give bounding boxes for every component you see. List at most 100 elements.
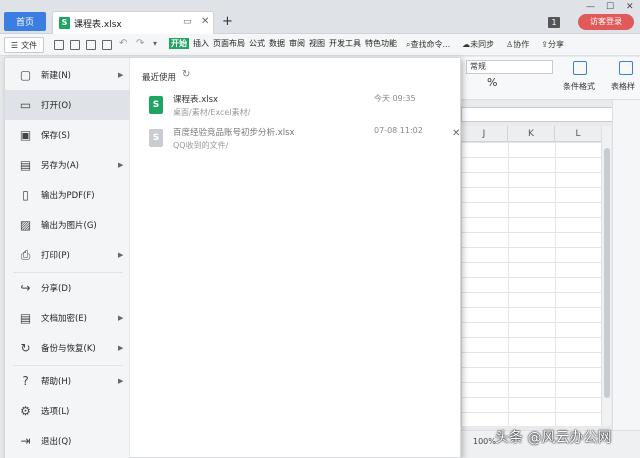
chevron-right-icon: ▶ [118,71,124,79]
recent-section-title: 最近使用 [142,73,177,83]
menu-item-save[interactable]: ▣ 保存(S) [5,120,130,150]
tab-view[interactable]: 视图 [309,38,325,49]
document-tab[interactable]: S 课程表.xlsx ▭ ✕ [52,11,214,34]
recent-file-item[interactable]: S 百度经验竞品账号初步分析.xlsx QQ收到的文件/ 07-08 11:02… [142,126,460,158]
document-tab-title: 课程表.xlsx [74,20,122,30]
toolbar-right: ⌕查找命令... ☁未同步 ♙协作 ⇪分享 [406,39,564,50]
file-menu-label: 文件 [21,40,38,50]
chevron-right-icon: ▶ [118,161,124,169]
chevron-right-icon: ▶ [118,251,124,259]
menu-item-help[interactable]: ? 帮助(H) ▶ [5,366,130,396]
spreadsheet-icon: S [59,17,70,29]
image-icon: ▨ [19,217,32,232]
tab-home[interactable]: 开始 [169,38,189,49]
menu-item-encrypt[interactable]: ▤ 文档加密(E) ▶ [5,303,130,333]
spreadsheet-file-icon: S [149,129,163,147]
tab-formulas[interactable]: 公式 [249,38,265,49]
print-icon: ⎙ [20,247,31,262]
export-icon[interactable] [70,40,80,50]
tab-data[interactable]: 数据 [269,38,285,49]
main-toolbar: ☰ 文件 ↶ ↷ ▾ 开始 插入 页面布局 公式 数据 审阅 视图 开发工具 特… [0,34,640,56]
new-doc-icon: ▢ [19,67,32,82]
conditional-format-icon[interactable] [573,61,587,75]
column-header[interactable]: J [461,126,508,142]
new-tab-button[interactable]: + [222,14,233,29]
undo-icon[interactable]: ↶ [119,38,127,49]
search-command[interactable]: ⌕查找命令... [406,39,450,50]
table-style-label[interactable]: 表格样 [611,81,635,92]
help-icon: ? [22,373,29,388]
table-style-icon[interactable] [619,61,633,75]
cloud-icon: ☁ [462,40,471,49]
save-icon: ▣ [19,127,32,142]
menu-item-share[interactable]: ↪ 分享(D) [5,273,130,303]
menu-item-open[interactable]: ▭ 打开(O) [5,90,130,120]
tab-features[interactable]: 特色功能 [365,38,397,49]
tab-insert[interactable]: 插入 [193,38,209,49]
recent-file-name: 百度经验竞品账号初步分析.xlsx [173,128,295,138]
conditional-format-label[interactable]: 条件格式 [563,81,595,92]
close-tab-icon[interactable]: ✕ [201,16,209,27]
recent-file-item[interactable]: S 课程表.xlsx 桌面/素材/Excel素材/ 今天 09:35 [142,93,460,125]
pdf-icon: ▯ [22,187,29,202]
lock-icon: ▤ [19,310,32,325]
spreadsheet-file-icon: S [149,96,163,114]
share-icon: ↪ [20,280,31,295]
formula-input[interactable] [461,107,634,122]
menu-item-export-pdf[interactable]: ▯ 输出为PDF(F) [5,180,130,210]
exit-icon: ⇥ [20,433,31,448]
print-icon[interactable] [86,40,96,50]
tab-page-layout[interactable]: 页面布局 [213,38,245,49]
maximize-icon[interactable]: ☐ [606,2,614,12]
monitor-icon[interactable]: ▭ [183,17,192,27]
file-menu-panel: ▢ 新建(N) ▶ ▭ 打开(O) ▣ 保存(S) ▤ 另存为(A) ▶ ▯ 输… [4,57,461,458]
menu-item-backup[interactable]: ↻ 备份与恢复(K) ▶ [5,333,130,363]
column-header[interactable]: K [508,126,555,142]
percent-button[interactable]: % [487,76,497,89]
scrollbar-thumb[interactable] [604,148,610,398]
remove-recent-icon[interactable]: ✕ [452,128,460,139]
redo-icon[interactable]: ↷ [136,38,144,49]
refresh-icon[interactable]: ↻ [182,69,190,80]
minimize-icon[interactable]: — [586,2,595,12]
chevron-right-icon: ▶ [118,377,124,385]
menu-item-export-image[interactable]: ▨ 输出为图片(G) [5,210,130,240]
menu-item-new[interactable]: ▢ 新建(N) ▶ [5,60,130,90]
collaborate-button[interactable]: ♙协作 [506,39,529,50]
menu-item-options[interactable]: ⚙ 选项(L) [5,396,130,426]
spreadsheet-grid[interactable]: J K L [461,126,601,426]
recent-file-time: 07-08 11:02 [374,126,423,135]
guest-login-button[interactable]: 访客登录 [578,14,634,30]
save-icon[interactable] [54,40,64,50]
folder-open-icon: ▭ [19,97,32,112]
recent-file-name: 课程表.xlsx [173,95,219,105]
home-tab[interactable]: 首页 [4,12,46,31]
tab-developer[interactable]: 开发工具 [329,38,361,49]
gear-icon: ⚙ [20,403,31,418]
chevron-right-icon: ▶ [118,344,124,352]
zoom-level[interactable]: 100% [473,437,496,446]
menu-item-print[interactable]: ⎙ 打印(P) ▶ [5,240,130,270]
ribbon-panel: 常规 % 条件格式 表格样 [461,57,640,100]
chevron-right-icon: ▶ [118,314,124,322]
recent-file-path: QQ收到的文件/ [173,141,229,150]
save-as-icon: ▤ [19,157,32,172]
window-count-badge[interactable]: 1 [548,17,560,28]
backup-icon: ↻ [20,340,31,355]
share-icon: ⇪ [541,40,548,49]
vertical-scrollbar[interactable] [601,126,611,426]
share-button[interactable]: ⇪分享 [541,39,564,50]
number-format-select[interactable]: 常规 [466,60,553,74]
preview-icon[interactable] [102,40,112,50]
column-header[interactable]: L [555,126,601,142]
file-menu-list: ▢ 新建(N) ▶ ▭ 打开(O) ▣ 保存(S) ▤ 另存为(A) ▶ ▯ 输… [5,58,130,458]
menu-item-exit[interactable]: ⇥ 退出(Q) [5,426,130,456]
title-bar: 首页 S 课程表.xlsx ▭ ✕ + 1 访客登录 — ☐ ✕ [0,0,640,34]
sync-status[interactable]: ☁未同步 [462,39,494,50]
tab-review[interactable]: 审阅 [289,38,305,49]
file-menu-button[interactable]: ☰ 文件 [4,37,44,53]
close-window-icon[interactable]: ✕ [626,2,634,12]
chevron-down-icon[interactable]: ▾ [153,39,157,48]
recent-file-path: 桌面/素材/Excel素材/ [173,108,251,117]
menu-item-save-as[interactable]: ▤ 另存为(A) ▶ [5,150,130,180]
